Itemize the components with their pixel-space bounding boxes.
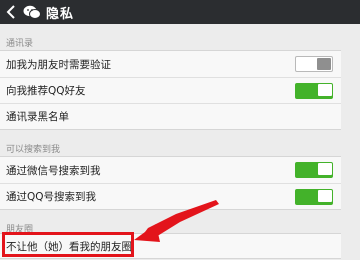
annotation-highlight-box [2, 232, 134, 257]
toggle-knob [317, 58, 331, 70]
annotation-arrow [134, 200, 219, 242]
row-contacts-blacklist[interactable]: 通讯录黑名单 [0, 103, 341, 129]
row-label: 通过QQ号搜索到我 [6, 191, 97, 203]
row-search-by-qq[interactable]: 通过QQ号搜索到我 [0, 183, 341, 209]
recommend-qq-toggle[interactable] [295, 83, 333, 99]
row-recommend-qq-friends[interactable]: 向我推荐QQ好友 [0, 77, 341, 103]
page-title: 隐私 [46, 6, 75, 22]
title-bar: 隐私 [0, 0, 360, 24]
row-label: 通讯录黑名单 [6, 111, 69, 123]
search-wechat-id-toggle[interactable] [295, 162, 333, 178]
searchable-group: 通过微信号搜索到我 通过QQ号搜索到我 [0, 156, 341, 210]
verification-toggle[interactable] [295, 56, 333, 72]
toggle-knob [318, 163, 332, 175]
row-label: 加我为朋友时需要验证 [6, 58, 111, 71]
section-label-searchable: 可以搜索到我 [6, 145, 61, 155]
row-require-verification[interactable]: 加我为朋友时需要验证 [0, 51, 341, 77]
row-search-by-wechat-id[interactable]: 通过微信号搜索到我 [0, 157, 341, 183]
toggle-knob [318, 84, 332, 96]
back-arrow-icon[interactable] [2, 0, 20, 24]
search-qq-toggle[interactable] [295, 189, 333, 205]
section-label-contacts: 通讯录 [6, 39, 34, 49]
wechat-icon [22, 0, 42, 24]
contacts-group: 加我为朋友时需要验证 向我推荐QQ好友 通讯录黑名单 [0, 50, 341, 130]
row-label: 向我推荐QQ好友 [6, 85, 86, 97]
toggle-knob [318, 190, 332, 202]
row-label: 通过微信号搜索到我 [6, 164, 101, 177]
